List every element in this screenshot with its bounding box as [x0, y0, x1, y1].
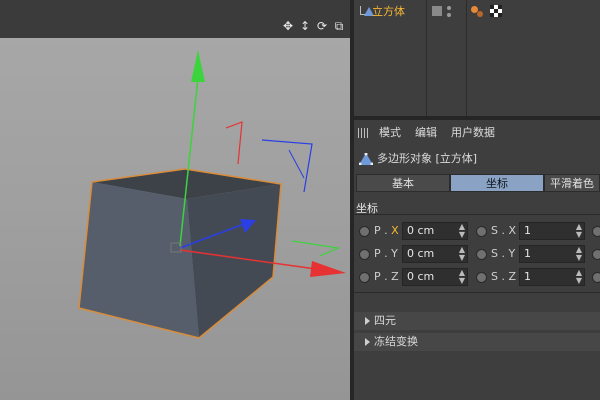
- group-freeze-label: 冻结变换: [374, 335, 418, 348]
- viewport[interactable]: ✥ ↕ ⟳ ⧉: [0, 0, 350, 400]
- menu-user-data[interactable]: 用户数据: [451, 124, 495, 142]
- stepper-arrows[interactable]: ▲ ▼: [576, 269, 582, 285]
- stepper-arrows[interactable]: ▲ ▼: [459, 246, 465, 262]
- scale-z-keyframe-toggle[interactable]: [476, 272, 487, 283]
- group-quaternion-label: 四元: [374, 314, 396, 327]
- rot-x-keyframe-toggle[interactable]: [592, 226, 600, 237]
- viewport-toolbar: ✥ ↕ ⟳ ⧉: [0, 0, 350, 36]
- tab-basic[interactable]: 基本: [356, 174, 450, 192]
- scale-y-label: S . Y: [491, 247, 516, 260]
- pos-z-keyframe-toggle[interactable]: [359, 272, 370, 283]
- render-visibility-dot-bottom[interactable]: [447, 13, 451, 17]
- object-row-cube[interactable]: 立方体: [354, 4, 600, 20]
- column-separator: [426, 0, 427, 116]
- render-visibility-dot-top[interactable]: [447, 6, 451, 10]
- group-freeze-transform[interactable]: 冻结变换: [354, 333, 600, 351]
- x-axis-arrow[interactable]: [310, 261, 346, 277]
- stepper-arrows[interactable]: ▲ ▼: [576, 246, 582, 262]
- stepper-arrows[interactable]: ▲ ▼: [576, 223, 582, 239]
- viewport-canvas[interactable]: [0, 38, 350, 400]
- z-rotation-handle-diag: [288, 149, 305, 179]
- scale-z-label: S . Z: [491, 270, 517, 283]
- maximize-icon[interactable]: ⧉: [332, 19, 346, 33]
- pos-x-input[interactable]: 0 cm ▲ ▼: [402, 222, 468, 240]
- section-divider: [354, 214, 600, 215]
- pos-z-label: P . Z: [374, 270, 399, 283]
- scale-y-input[interactable]: 1 ▲ ▼: [519, 245, 585, 263]
- scale-y-keyframe-toggle[interactable]: [476, 249, 487, 260]
- attribute-manager: 模式 编辑 用户数据 多边形对象 [立方体] 基本 坐标 平滑着色(P 坐标 P…: [354, 120, 600, 400]
- polygon-object-icon: [359, 153, 373, 165]
- phong-tag-icon-small: [477, 11, 483, 17]
- rot-y-keyframe-toggle[interactable]: [592, 249, 600, 260]
- rotate-icon[interactable]: ⟳: [315, 19, 329, 33]
- coord-row-x: P . X 0 cm ▲ ▼ S . X 1 ▲ ▼: [354, 221, 600, 241]
- attribute-tabs: 基本 坐标 平滑着色(P: [354, 174, 600, 192]
- attribute-title: 多边形对象 [立方体]: [354, 150, 600, 168]
- tab-phong[interactable]: 平滑着色(P: [544, 174, 600, 192]
- object-manager: 立方体: [354, 0, 600, 116]
- column-separator: [466, 0, 467, 116]
- scale-icon[interactable]: ↕: [298, 19, 312, 33]
- stepper-arrows[interactable]: ▲ ▼: [459, 223, 465, 239]
- group-quaternion[interactable]: 四元: [354, 312, 600, 330]
- tab-coordinates[interactable]: 坐标: [450, 174, 544, 192]
- move-icon[interactable]: ✥: [281, 19, 295, 33]
- pos-x-label: P . X: [374, 224, 399, 237]
- pos-y-keyframe-toggle[interactable]: [359, 249, 370, 260]
- pos-x-keyframe-toggle[interactable]: [359, 226, 370, 237]
- stepper-arrows[interactable]: ▲ ▼: [459, 269, 465, 285]
- x-rotation-handle[interactable]: [225, 121, 243, 165]
- scale-z-input[interactable]: 1 ▲ ▼: [519, 268, 585, 286]
- menu-mode[interactable]: 模式: [379, 124, 401, 142]
- scale-x-keyframe-toggle[interactable]: [476, 226, 487, 237]
- group-divider: [354, 292, 600, 293]
- coord-row-z: P . Z 0 cm ▲ ▼ S . Z 1 ▲ ▼: [354, 267, 600, 287]
- scale-x-input[interactable]: 1 ▲ ▼: [519, 222, 585, 240]
- pos-z-input[interactable]: 0 cm ▲ ▼: [402, 268, 468, 286]
- cube-front-face[interactable]: [79, 182, 199, 338]
- attribute-menu-bar: 模式 编辑 用户数据: [354, 124, 600, 142]
- coord-row-y: P . Y 0 cm ▲ ▼ S . Y 1 ▲ ▼: [354, 244, 600, 264]
- y-axis-arrow[interactable]: [191, 50, 205, 82]
- rot-z-keyframe-toggle[interactable]: [592, 272, 600, 283]
- expand-arrow-icon: [365, 338, 370, 346]
- object-title: 多边形对象 [立方体]: [377, 152, 478, 165]
- cube-side-face[interactable]: [187, 184, 281, 338]
- y-rotation-handle[interactable]: [291, 240, 341, 257]
- pos-y-label: P . Y: [374, 247, 398, 260]
- object-name[interactable]: 立方体: [372, 4, 405, 20]
- editor-visibility-icon[interactable]: [432, 6, 442, 16]
- scale-x-label: S . X: [491, 224, 517, 237]
- menu-edit[interactable]: 编辑: [415, 124, 437, 142]
- grip-icon[interactable]: [358, 128, 370, 138]
- texture-tag-icon[interactable]: [490, 5, 502, 17]
- expand-arrow-icon: [365, 317, 370, 325]
- pos-y-input[interactable]: 0 cm ▲ ▼: [402, 245, 468, 263]
